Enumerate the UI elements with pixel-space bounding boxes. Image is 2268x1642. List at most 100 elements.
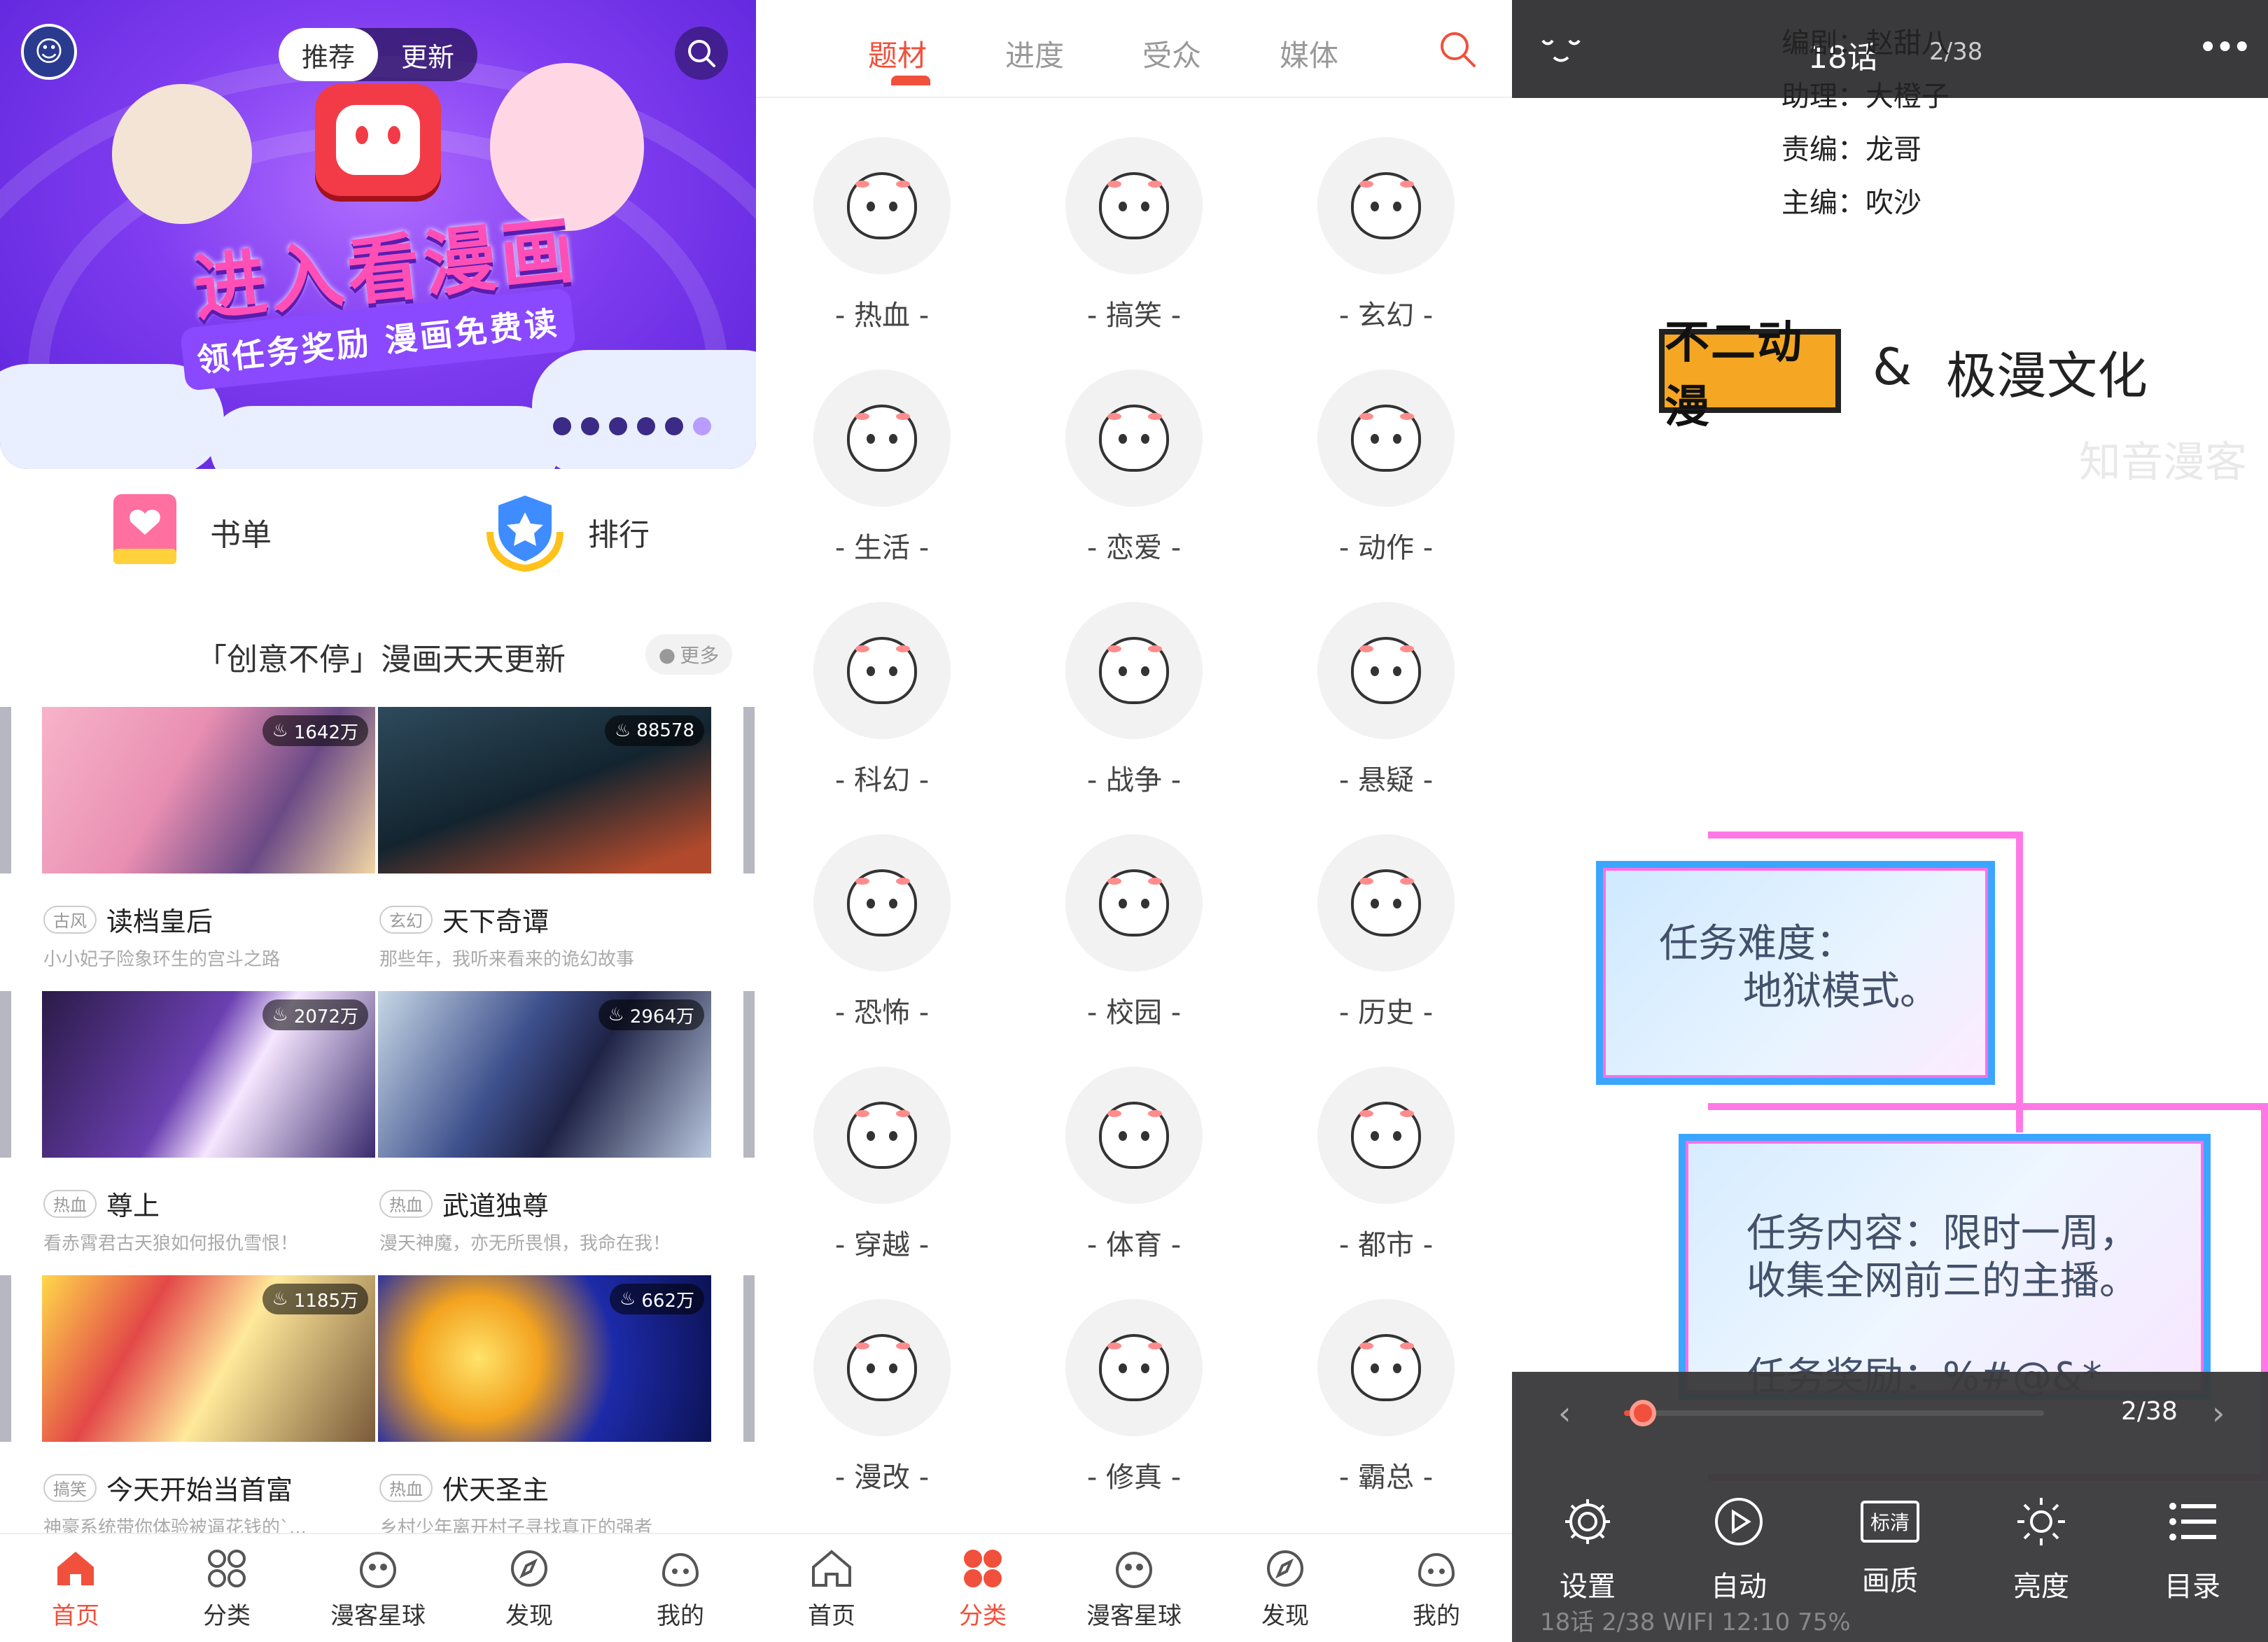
category-mascot-icon xyxy=(813,1299,951,1436)
active-tab-indicator xyxy=(891,76,930,85)
category-item[interactable]: - 热血 - xyxy=(777,137,987,347)
category-item[interactable]: - 历史 - xyxy=(1281,834,1491,1044)
category-item[interactable]: - 玄幻 - xyxy=(1281,137,1491,347)
category-item[interactable]: - 穿越 - xyxy=(777,1067,987,1277)
compass-icon xyxy=(507,1546,552,1591)
settings-button[interactable]: 设置 xyxy=(1512,1495,1663,1604)
tab-home[interactable]: 首页 xyxy=(756,1534,907,1642)
grid-icon xyxy=(960,1546,1005,1591)
slider-thumb[interactable] xyxy=(1630,1400,1656,1426)
tab-category[interactable]: 分类 xyxy=(151,1534,302,1642)
search-button[interactable] xyxy=(675,27,728,80)
tab-mine[interactable]: 我的 xyxy=(1361,1534,1512,1642)
quality-button[interactable]: 标清 画质 xyxy=(1814,1495,1966,1604)
booklist-button[interactable]: 书单 xyxy=(105,490,272,574)
category-mascot-icon xyxy=(813,834,951,971)
fire-icon: ♨ xyxy=(608,1004,624,1025)
category-mascot-icon xyxy=(1065,370,1203,507)
tab-label: 发现 xyxy=(1261,1601,1309,1630)
tool-label: 自动 xyxy=(1711,1571,1767,1603)
panel-text: 任务内容：限时一周， xyxy=(1746,1211,2138,1256)
quality-badge: 标清 xyxy=(1870,1511,1910,1534)
tab-planet[interactable]: 漫客星球 xyxy=(1058,1534,1210,1642)
tab-progress[interactable]: 进度 xyxy=(1005,32,1064,75)
category-mascot-icon xyxy=(1065,602,1203,739)
fox-character xyxy=(112,84,252,224)
category-label: - 生活 - xyxy=(834,532,930,564)
tool-label: 画质 xyxy=(1862,1565,1918,1597)
page-slider[interactable] xyxy=(1624,1410,2044,1416)
views-badge: ♨ 2072万 xyxy=(262,999,368,1030)
tab-label: 我的 xyxy=(657,1601,704,1630)
more-icon[interactable]: ••• xyxy=(2198,28,2252,67)
category-mascot-icon xyxy=(1065,137,1203,274)
home-icon xyxy=(53,1546,98,1591)
tab-planet[interactable]: 漫客星球 xyxy=(302,1534,454,1642)
comic-cover: ♨ 2072万 xyxy=(42,991,375,1158)
next-chapter-icon[interactable]: › xyxy=(2212,1394,2225,1432)
category-item[interactable]: - 都市 - xyxy=(1281,1067,1491,1277)
reader-status-bar: 18话 2/38 WIFI 12:10 75% xyxy=(1540,1608,1851,1636)
carousel-peek xyxy=(743,707,755,873)
segment-update[interactable]: 更新 xyxy=(378,28,477,81)
bubble-icon: ● xyxy=(658,643,676,666)
search-icon xyxy=(688,40,715,67)
comic-desc: 小小妃子险象环生的宫斗之路 xyxy=(43,949,281,970)
tab-theme[interactable]: 题材 xyxy=(868,32,927,75)
category-label: - 恐怖 - xyxy=(834,997,930,1029)
category-item[interactable]: - 战争 - xyxy=(1029,602,1239,812)
segment-recommend[interactable]: 推荐 xyxy=(279,28,378,81)
auto-play-button[interactable]: 自动 xyxy=(1663,1495,1814,1604)
category-item[interactable]: - 恋爱 - xyxy=(1029,370,1239,580)
tab-home[interactable]: 首页 xyxy=(0,1534,151,1642)
genre-tag: 热血 xyxy=(379,1189,433,1218)
panel-text: 任务难度： xyxy=(1659,921,1855,967)
cloud xyxy=(210,406,560,469)
brightness-button[interactable]: 亮度 xyxy=(1966,1495,2117,1604)
views-badge: ♨ 662万 xyxy=(610,1284,704,1314)
category-item[interactable]: - 校园 - xyxy=(1029,834,1239,1044)
category-item[interactable]: - 恐怖 - xyxy=(777,834,987,1044)
more-button[interactable]: ● 更多 xyxy=(645,634,732,675)
tab-discover[interactable]: 发现 xyxy=(454,1534,605,1642)
category-item[interactable]: - 修真 - xyxy=(1029,1299,1239,1509)
category-label: - 都市 - xyxy=(1338,1229,1434,1261)
category-item[interactable]: - 漫改 - xyxy=(777,1299,987,1509)
category-mascot-icon xyxy=(1317,602,1455,739)
category-item[interactable]: - 科幻 - xyxy=(777,602,987,812)
category-item[interactable]: - 动作 - xyxy=(1281,370,1491,580)
tab-label: 分类 xyxy=(959,1601,1007,1630)
credit-line: 责编：龙哥 xyxy=(1782,134,1921,166)
category-label: - 恋爱 - xyxy=(1086,532,1182,564)
category-item[interactable]: - 悬疑 - xyxy=(1281,602,1491,812)
cloud xyxy=(532,350,756,469)
tab-mine[interactable]: 我的 xyxy=(605,1534,756,1642)
genre-tag: 搞笑 xyxy=(43,1473,97,1502)
home-screen: 进入看漫画 领任务奖励 漫画免费读 ☺ 推荐 更新 书单 排行 「创意不停」漫画… xyxy=(0,0,756,1642)
category-item[interactable]: - 生活 - xyxy=(777,370,987,580)
search-icon xyxy=(1441,32,1476,67)
prev-chapter-icon[interactable]: ‹ xyxy=(1558,1394,1571,1432)
reader-tools: 设置 自动 标清 画质 亮度 目录 xyxy=(1512,1495,2268,1604)
tab-media[interactable]: 媒体 xyxy=(1280,32,1338,75)
bottom-tabbar: 首页 分类 漫客星球 发现 我的 xyxy=(0,1533,756,1642)
category-item[interactable]: - 体育 - xyxy=(1029,1067,1239,1277)
app-logo xyxy=(315,84,441,196)
category-item[interactable]: - 霸总 - xyxy=(1281,1299,1491,1509)
back-button[interactable] xyxy=(1540,34,1582,67)
ranking-button[interactable]: 排行 xyxy=(483,490,650,574)
category-label: - 校园 - xyxy=(1086,997,1182,1029)
comic-desc: 看赤霄君古天狼如何报仇雪恨！ xyxy=(43,1233,299,1254)
avatar[interactable]: ☺ xyxy=(21,24,77,80)
list-icon xyxy=(2166,1495,2219,1548)
tab-audience[interactable]: 受众 xyxy=(1142,32,1201,75)
category-label: - 玄幻 - xyxy=(1338,300,1434,332)
category-item[interactable]: - 搞笑 - xyxy=(1029,137,1239,347)
search-button[interactable] xyxy=(1436,28,1478,73)
tab-discover[interactable]: 发现 xyxy=(1210,1534,1361,1642)
tab-category[interactable]: 分类 xyxy=(907,1534,1058,1642)
tool-label: 设置 xyxy=(1560,1571,1616,1603)
comic-cover: ♨ 1185万 xyxy=(42,1275,375,1442)
catalog-button[interactable]: 目录 xyxy=(2117,1495,2268,1604)
comic-title: 尊上 xyxy=(106,1191,160,1221)
